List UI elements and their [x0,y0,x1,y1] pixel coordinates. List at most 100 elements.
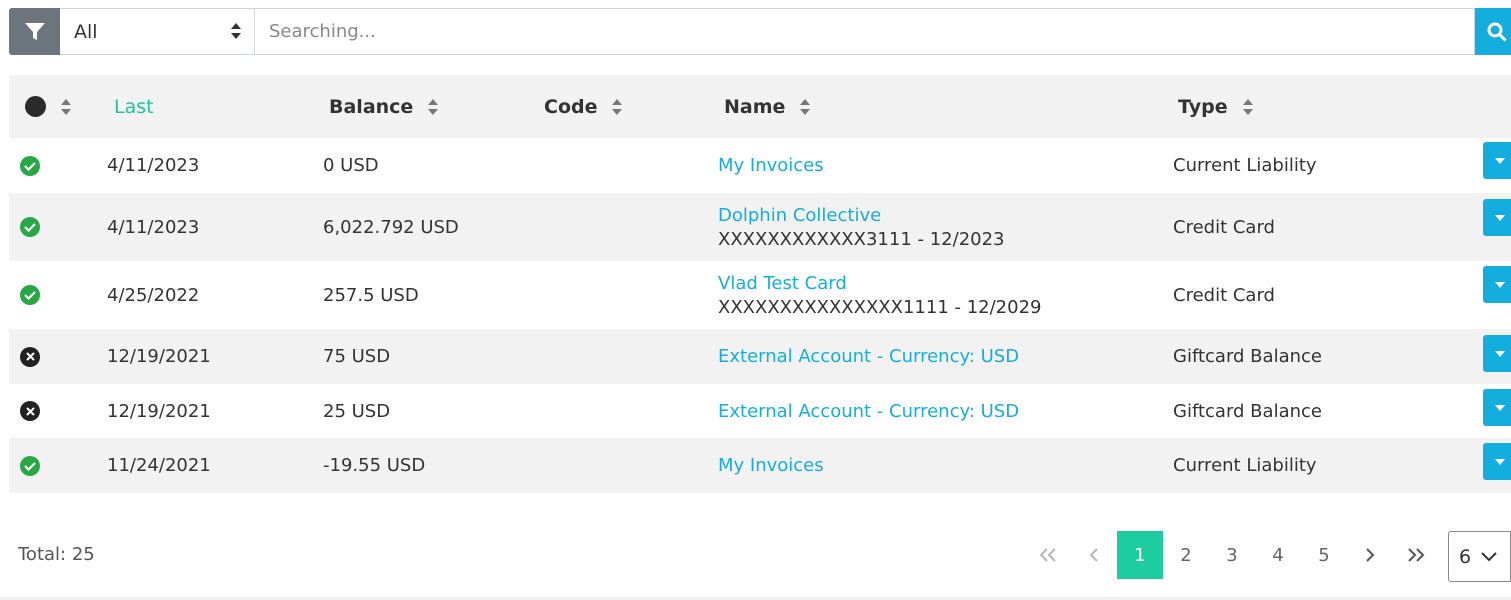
accounts-table: Last Balance Code Name Type 4/11/2023 0 … [9,75,1511,493]
name-cell: External Account - Currency: USD [718,329,1019,384]
page-button-2[interactable]: 2 [1163,531,1209,579]
name-cell: My Invoices [718,138,824,193]
caret-down-icon [1495,350,1505,357]
x-circle-icon [20,401,40,421]
status-cell [20,138,40,193]
header-code-label: Code [544,95,598,118]
header-type[interactable]: Type [1178,75,1254,138]
chevron-left-icon [1089,548,1098,562]
header-last[interactable]: Last [114,75,154,138]
account-name-link[interactable]: My Invoices [718,155,824,176]
sort-icon [799,97,811,117]
sort-icon [1242,97,1254,117]
filter-select-value: All [74,20,98,43]
row-actions-button[interactable] [1483,199,1511,236]
search-button[interactable] [1475,8,1511,55]
account-name-link[interactable]: External Account - Currency: USD [718,346,1019,367]
row-actions-button[interactable] [1483,266,1511,303]
row-actions-button[interactable] [1483,335,1511,372]
caret-down-icon [1495,281,1505,288]
last-cell: 4/25/2022 [107,284,200,306]
balance-cell: 257.5 USD [323,284,419,306]
header-balance-label: Balance [329,95,414,118]
status-cell [20,261,40,329]
table-row[interactable]: 4/11/2023 6,022.792 USD Dolphin Collecti… [9,193,1511,261]
check-circle-icon [20,285,40,305]
last-cell: 12/19/2021 [107,400,211,422]
balance-cell: 75 USD [323,346,391,367]
page-button-1[interactable]: 1 [1117,531,1163,579]
check-circle-icon [20,217,40,237]
header-last-label: Last [114,95,154,118]
table-header: Last Balance Code Name Type [9,75,1511,138]
search-input[interactable]: Searching... [255,8,1475,55]
filter-button[interactable] [9,8,60,55]
table-row[interactable]: 4/25/2022 257.5 USD Vlad Test Card XXXXX… [9,261,1511,329]
header-balance[interactable]: Balance [329,75,439,138]
account-name-link[interactable]: External Account - Currency: USD [718,401,1019,422]
page-button-3[interactable]: 3 [1209,531,1255,579]
last-cell: 12/19/2021 [107,346,211,367]
first-page-button[interactable] [1025,531,1071,579]
header-code[interactable]: Code [544,75,623,138]
page-button-5[interactable]: 5 [1301,531,1347,579]
next-page-button[interactable] [1347,531,1393,579]
chevron-down-icon [1481,551,1497,561]
filter-select[interactable]: All [60,8,255,55]
last-page-button[interactable] [1393,531,1439,579]
double-chevron-right-icon [1408,548,1425,562]
type-cell: Current Liability [1173,455,1317,476]
caret-down-icon [1495,157,1505,164]
account-name-link[interactable]: Dolphin Collective [718,205,881,226]
filter-icon [24,22,45,40]
table-row[interactable]: 12/19/2021 75 USD External Account - Cur… [9,329,1511,384]
status-cell [20,193,40,261]
search-icon [1487,22,1507,42]
pagination: 1 2 3 4 5 [1025,531,1439,579]
sort-icon [611,97,623,117]
name-cell: Dolphin Collective XXXXXXXXXXXX3111 - 12… [718,193,1005,261]
account-name-link[interactable]: My Invoices [718,455,824,476]
last-cell: 4/11/2023 [107,216,200,238]
type-cell: Giftcard Balance [1173,400,1322,422]
caret-down-icon [1495,214,1505,221]
sort-icon [60,97,72,117]
header-type-label: Type [1178,95,1228,118]
type-cell: Credit Card [1173,216,1275,238]
select-arrows-icon [231,23,241,39]
name-cell: External Account - Currency: USD [718,384,1019,438]
table-row[interactable]: 4/11/2023 0 USD My Invoices Current Liab… [9,138,1511,193]
check-circle-icon [20,155,40,176]
per-page-select[interactable]: 6 [1448,531,1511,582]
name-cell: My Invoices [718,438,824,493]
prev-page-button[interactable] [1071,531,1117,579]
chevron-right-icon [1366,548,1375,562]
page-button-4[interactable]: 4 [1255,531,1301,579]
card-number-text: XXXXXXXXXXXX3111 - 12/2023 [718,228,1005,250]
card-number-text: XXXXXXXXXXXXXXX1111 - 12/2029 [718,296,1042,318]
caret-down-icon [1495,404,1505,411]
status-cell [20,329,40,384]
table-row[interactable]: 11/24/2021 -19.55 USD My Invoices Curren… [9,438,1511,493]
account-name-link[interactable]: Vlad Test Card [718,273,847,294]
header-status[interactable] [25,75,72,138]
total-count: Total: 25 [18,544,95,565]
row-actions-button[interactable] [1483,443,1511,480]
double-chevron-left-icon [1039,548,1056,562]
header-name[interactable]: Name [724,75,811,138]
status-dot-icon [25,96,46,117]
sort-icon [427,97,439,117]
status-cell [20,384,40,438]
balance-cell: 6,022.792 USD [323,216,459,238]
balance-cell: 25 USD [323,400,391,422]
last-cell: 4/11/2023 [107,155,200,176]
check-circle-icon [20,455,40,476]
type-cell: Giftcard Balance [1173,346,1322,367]
search-placeholder: Searching... [269,21,376,42]
name-cell: Vlad Test Card XXXXXXXXXXXXXXX1111 - 12/… [718,261,1042,329]
row-actions-button[interactable] [1483,389,1511,426]
row-actions-button[interactable] [1483,142,1511,179]
per-page-value: 6 [1459,545,1472,568]
table-row[interactable]: 12/19/2021 25 USD External Account - Cur… [9,384,1511,438]
balance-cell: -19.55 USD [323,455,426,476]
